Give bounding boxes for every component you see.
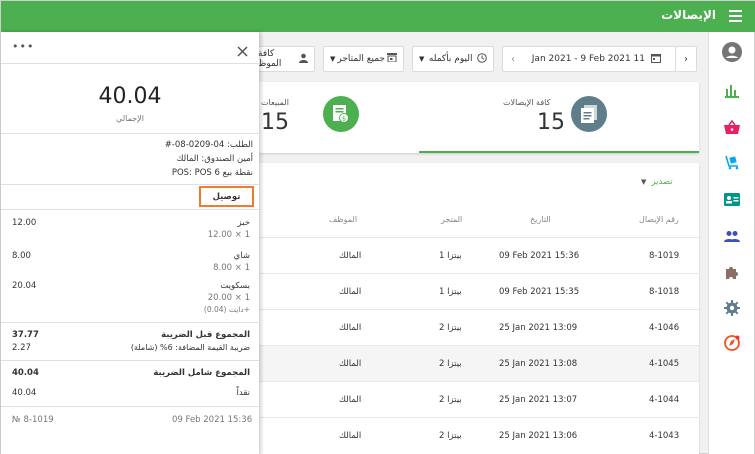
divider (1, 209, 259, 210)
reports-icon[interactable] (722, 81, 742, 101)
pos-line: نقطة بيع POS: POS 6 (171, 168, 253, 178)
item-price: 12.00 (12, 218, 37, 228)
store-filter-label: جميع المتاجر (337, 54, 385, 64)
subtotal-label: المجموع قبل الضريبة (161, 330, 250, 340)
export-caret-icon: ▼ (641, 178, 647, 186)
export-label: تصدير (651, 177, 673, 187)
table-row[interactable]: 4-1043 25 Jan 2021 13:06 بيتزا 2 المالك (259, 417, 699, 453)
item-price: 8.00 (12, 251, 31, 261)
chevron-left-icon[interactable]: ‹ (503, 54, 515, 65)
svg-text:$: $ (342, 115, 346, 123)
dropdown-caret-icon: ▼ (330, 55, 336, 63)
all-receipts-value: 15 (537, 110, 565, 135)
table-row[interactable]: 8-1019 09 Feb 2021 15:36 بيتزا 1 المالك (259, 237, 699, 273)
help-compass-icon[interactable] (722, 333, 742, 353)
chevron-right-icon: › (684, 53, 688, 65)
total-with-tax-label: المجموع شامل الضريبة (153, 368, 250, 378)
payment-value: 40.04 (12, 388, 37, 398)
table-header: رقم الإيصال التاريخ المتجر الموظف (259, 203, 699, 237)
sales-receipt-icon: $ (323, 96, 359, 132)
time-filter-dropdown[interactable]: ▼ اليوم بأكمله (412, 46, 494, 72)
top-app-bar: الإيصالات (1, 1, 755, 32)
person-icon (299, 53, 308, 66)
item-price: 20.04 (12, 281, 37, 291)
date-range-picker[interactable]: ‹ Jan 2021 - 9 Feb 2021 11 (502, 46, 676, 72)
navigation-rail (708, 32, 754, 454)
receipt-number: № 8-1019 (12, 415, 54, 425)
col-date[interactable]: التاريخ (530, 215, 551, 224)
item-detail: 1 × 20.00 (207, 293, 250, 303)
employee-filter-label: كافة الموظ (258, 49, 282, 69)
divider (1, 133, 259, 134)
table-row[interactable]: 8-1018 09 Feb 2021 15:35 بيتزا 1 المالك (259, 273, 699, 309)
all-receipts-label: كافة الإيصالات (503, 98, 551, 107)
divider (1, 63, 259, 64)
date-range-text: Jan 2021 - 9 Feb 2021 11 (531, 54, 645, 64)
basket-icon[interactable] (722, 117, 742, 137)
receipt-total: 40.04 (98, 84, 162, 109)
dining-option-highlight[interactable]: توصيل (199, 186, 254, 207)
divider (1, 322, 259, 323)
total-with-tax-value: 40.04 (12, 368, 39, 378)
item-name: شاي (233, 251, 250, 261)
divider (1, 184, 259, 185)
export-button[interactable]: ▼ تصدير (641, 177, 673, 187)
close-icon[interactable] (237, 42, 248, 61)
divider (1, 406, 259, 407)
account-icon[interactable] (722, 42, 742, 62)
divider (1, 360, 259, 361)
store-filter-dropdown[interactable]: ▼ جميع المتاجر (323, 46, 404, 72)
clock-icon (477, 52, 487, 66)
store-icon (387, 53, 397, 65)
item-detail: 1 × 8.00 (213, 263, 250, 273)
settings-gear-icon[interactable] (722, 298, 742, 318)
employees-icon[interactable] (722, 226, 742, 246)
time-filter-label: اليوم بأكمله (428, 54, 473, 64)
vat-value: 2.27 (12, 343, 31, 353)
calendar-icon (651, 53, 661, 66)
menu-icon[interactable] (729, 10, 742, 22)
page-title: الإيصالات (661, 8, 716, 22)
col-employee[interactable]: الموظف (329, 215, 357, 224)
table-row[interactable]: 4-1044 25 Jan 2021 13:07 بيتزا 2 المالك (259, 381, 699, 417)
subtotal-value: 37.77 (12, 330, 39, 340)
more-options-icon[interactable]: ••• (12, 40, 34, 53)
item-name: بسكويت (220, 281, 250, 291)
employee-filter-dropdown[interactable]: كافة الموظ (257, 46, 315, 72)
next-period-button[interactable]: › (675, 46, 697, 72)
vat-label: ضريبة القيمة المضافة: 6% (شاملة) (130, 343, 250, 352)
receipt-detail-panel: ••• 40.04 الإجمالي الطلب: 04-0209-08-# أ… (1, 32, 259, 454)
payment-method: نقداً (236, 388, 251, 398)
order-line: الطلب: 04-0209-08-# (164, 140, 253, 150)
customers-card-icon[interactable] (722, 189, 742, 209)
all-receipts-tab[interactable]: كافة الإيصالات 15 (419, 82, 699, 153)
table-row[interactable]: 4-1046 25 Jan 2021 13:09 بيتزا 2 المالك (259, 309, 699, 345)
integrations-puzzle-icon[interactable] (722, 262, 742, 282)
dropdown-caret-icon: ▼ (419, 55, 425, 63)
summary-card: كافة الإيصالات 15 $ المبيعات 15 (259, 82, 699, 153)
receipt-total-label: الإجمالي (116, 114, 144, 123)
col-receipt-no[interactable]: رقم الإيصال (639, 215, 679, 224)
col-store[interactable]: المتجر (441, 215, 462, 224)
sales-value: 15 (261, 110, 289, 135)
items-icon[interactable] (722, 152, 742, 172)
item-name: خبز (237, 218, 250, 228)
sales-label: المبيعات (261, 98, 289, 107)
receipt-datetime: 09 Feb 2021 15:36 (172, 415, 253, 425)
table-row-hovered[interactable]: 4-1045 25 Jan 2021 13:08 بيتزا 2 المالك (259, 345, 699, 381)
cashier-line: أمين الصندوق: المالك (176, 154, 253, 164)
receipts-icon (571, 96, 607, 132)
item-modifier: +دايت (0.04) (203, 305, 250, 314)
item-detail: 1 × 12.00 (207, 230, 250, 240)
